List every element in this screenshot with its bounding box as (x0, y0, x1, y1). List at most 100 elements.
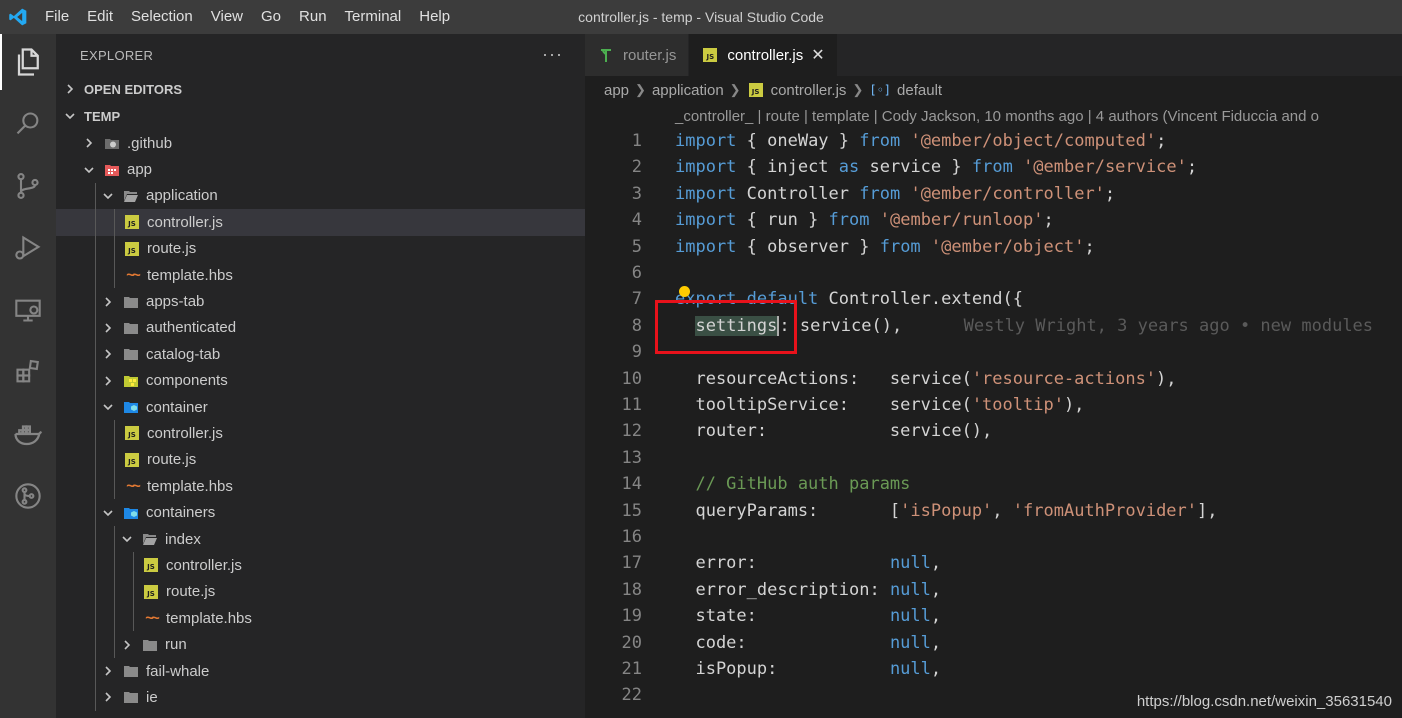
file-item[interactable]: JS controller.js (56, 209, 585, 236)
indent-guide (95, 578, 96, 606)
chevron-right-icon (100, 689, 116, 705)
menu-go[interactable]: Go (252, 0, 290, 34)
line-number: 9 (631, 342, 642, 363)
line-number: 2 (631, 157, 642, 178)
files-icon[interactable] (0, 34, 56, 90)
folder-item[interactable]: index (56, 525, 585, 553)
folder-item[interactable]: components (56, 367, 585, 394)
code-line[interactable]: 15 queryParams: ['isPopup', 'fromAuthPro… (585, 498, 1402, 524)
line-number: 4 (631, 210, 642, 231)
lightbulb-icon[interactable] (679, 286, 690, 297)
folder-item[interactable]: authenticated (56, 314, 585, 342)
code-token: import (675, 236, 737, 257)
code-line[interactable]: 3 import Controller from '@ember/controll… (585, 181, 1402, 207)
inline-blame: Westly Wright, 3 years ago • new modules (963, 315, 1374, 336)
menu-view[interactable]: View (202, 0, 252, 34)
folder-item[interactable]: app (56, 156, 585, 182)
code-line[interactable]: 21 isPopup: null, (585, 656, 1402, 682)
title-bar: File Edit Selection View Go Run Terminal Help c… (0, 0, 1402, 34)
search-icon[interactable] (0, 96, 56, 152)
close-icon[interactable]: ✕ (811, 45, 824, 65)
source-control-icon[interactable] (0, 158, 56, 214)
code-line[interactable]: 1 import { oneWay } from '@ember/object/c… (585, 128, 1402, 154)
line-number: 13 (621, 447, 642, 468)
code-line[interactable]: 6 (585, 260, 1402, 286)
code-token: from (828, 210, 870, 231)
tab-label: router.js (623, 46, 677, 64)
line-number: 8 (631, 315, 642, 336)
run-debug-icon[interactable] (0, 220, 56, 276)
menu-selection[interactable]: Selection (122, 0, 202, 34)
code-token: null (889, 659, 931, 679)
breadcrumb-symbol[interactable]: default (897, 82, 942, 99)
folder-item[interactable]: ie (56, 684, 585, 711)
menu-edit[interactable]: Edit (78, 0, 122, 34)
code-token: service } (859, 157, 972, 178)
file-item[interactable]: ~~ template.hbs (56, 605, 585, 632)
folder-item[interactable]: containers (56, 499, 585, 526)
code-token: resourceActions: service( (675, 368, 972, 389)
code-line[interactable]: 17 error: null, (585, 550, 1402, 576)
code-line[interactable]: 4 import { run } from '@ember/runloop'; (585, 207, 1402, 233)
folder-item[interactable]: fail-whale (56, 657, 585, 685)
codelens-blame[interactable]: _controller_ | route | template | Cody J… (675, 108, 1319, 125)
code-line[interactable]: 19 state: null, (585, 603, 1402, 629)
tab-controller-js[interactable]: JS controller.js ✕ (689, 34, 838, 76)
code-line[interactable]: 10 resourceActions: service('resource-ac… (585, 366, 1402, 392)
folder-item[interactable]: container (56, 393, 585, 421)
tree-item-label: catalog-tab (146, 345, 221, 363)
docker-icon[interactable] (0, 406, 56, 462)
code-token: { observer } (736, 236, 880, 257)
code-token: Controller (736, 183, 860, 204)
code-line[interactable]: 14 // GitHub auth params (585, 471, 1402, 497)
indent-guide (95, 684, 96, 711)
file-item[interactable]: JS controller.js (56, 552, 585, 579)
workspace-section[interactable]: TEMP (56, 102, 585, 130)
code-line[interactable]: 12 router: service(), (585, 418, 1402, 444)
tab-router-js[interactable]: router.js (585, 34, 690, 76)
breadcrumb-file[interactable]: controller.js (771, 82, 847, 99)
code-line[interactable]: 2 import { inject as service } from '@emb… (585, 154, 1402, 180)
menu-help[interactable]: Help (410, 0, 459, 34)
breadcrumb-application[interactable]: application (652, 82, 724, 99)
file-item[interactable]: JS route.js (56, 235, 585, 262)
code-line[interactable]: 5 import { observer } from '@ember/object… (585, 234, 1402, 260)
code-token: // GitHub auth params (675, 474, 911, 495)
menu-file[interactable]: File (36, 0, 78, 34)
explorer-sidebar: EXPLORER ··· OPEN EDITORS TEMP .github ap… (56, 34, 585, 718)
menu-run[interactable]: Run (290, 0, 336, 34)
menu-terminal[interactable]: Terminal (336, 0, 411, 34)
code-editor[interactable]: _controller_ | route | template | Cody J… (585, 104, 1402, 718)
code-text: error_description: null, (675, 577, 941, 603)
file-item[interactable]: JS route.js (56, 578, 585, 606)
code-line[interactable]: 20 code: null, (585, 630, 1402, 656)
file-item[interactable]: ~~ template.hbs (56, 473, 585, 500)
code-token: as (838, 157, 860, 178)
gitlens-icon[interactable] (0, 468, 56, 524)
indent-guide (114, 420, 115, 447)
file-item[interactable]: ~~ template.hbs (56, 261, 585, 289)
code-line[interactable]: 16 (585, 524, 1402, 550)
breadcrumb-app[interactable]: app (604, 82, 629, 99)
remote-explorer-icon[interactable] (0, 282, 56, 338)
folder-item[interactable]: run (56, 631, 585, 658)
watermark: https://blog.csdn.net/weixin_35631540 (1136, 693, 1392, 710)
code-line[interactable]: 11 tooltipService: service('tooltip'), (585, 392, 1402, 418)
chevron-down-icon (100, 188, 116, 204)
file-item[interactable]: JS route.js (56, 446, 585, 474)
chevron-right-icon: ❯ (852, 82, 864, 97)
code-token: null (889, 553, 931, 574)
more-actions-icon[interactable]: ··· (542, 44, 563, 65)
folder-item[interactable]: application (56, 182, 585, 210)
indent-guide (114, 446, 115, 474)
open-editors-section[interactable]: OPEN EDITORS (56, 76, 585, 102)
code-token: import (675, 131, 737, 151)
code-line[interactable]: 18 error_description: null, (585, 577, 1402, 603)
file-item[interactable]: JS controller.js (56, 420, 585, 447)
code-line[interactable]: 13 (585, 445, 1402, 471)
folder-item[interactable]: .github (56, 130, 585, 156)
folder-item[interactable]: apps-tab (56, 288, 585, 315)
folder-item[interactable]: catalog-tab (56, 341, 585, 368)
extensions-icon[interactable] (0, 344, 56, 400)
